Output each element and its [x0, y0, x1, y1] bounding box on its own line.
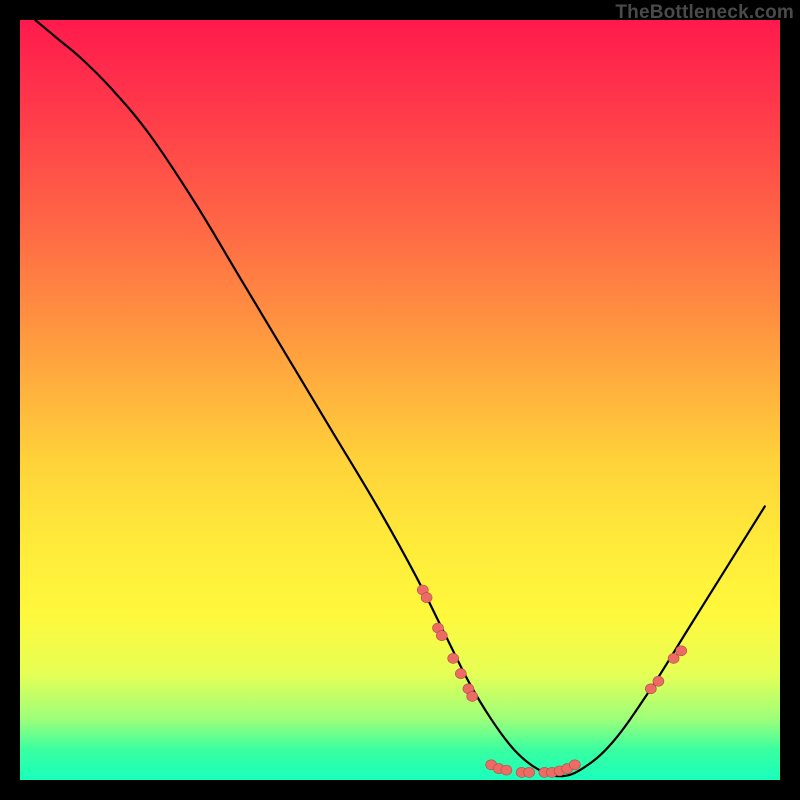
data-dot — [436, 631, 447, 641]
plot-area — [20, 20, 780, 780]
data-dot — [645, 684, 656, 694]
data-dot — [668, 653, 679, 663]
curve-layer — [20, 20, 780, 780]
data-dot — [653, 676, 664, 686]
data-dot — [524, 767, 535, 777]
data-dot — [569, 760, 580, 770]
data-dot — [467, 691, 478, 701]
data-dot — [421, 593, 432, 603]
data-dot — [455, 669, 466, 679]
data-dots-group — [417, 585, 686, 777]
data-dot — [501, 765, 512, 775]
bottleneck-curve — [35, 20, 765, 776]
brand-watermark: TheBottleneck.com — [615, 2, 794, 24]
data-dot — [448, 653, 459, 663]
data-dot — [676, 646, 687, 656]
chart-container: TheBottleneck.com — [0, 0, 800, 800]
